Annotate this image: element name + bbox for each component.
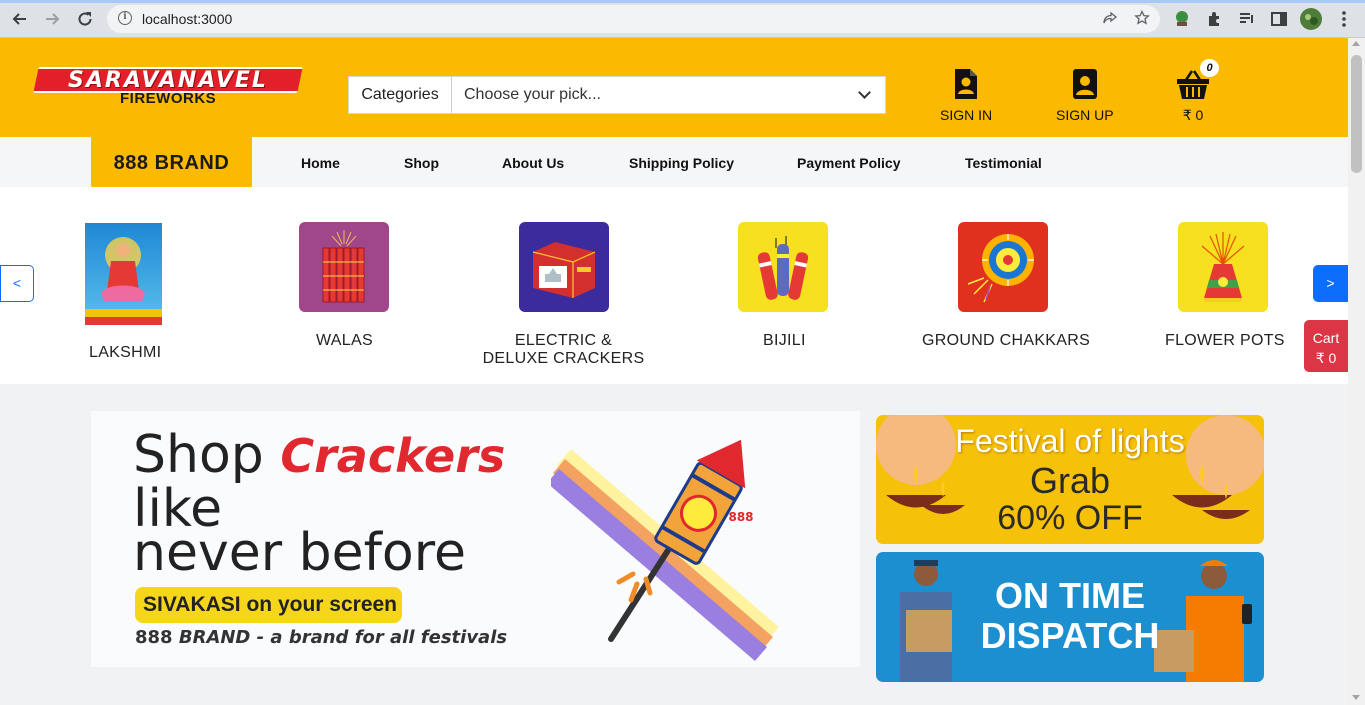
on-time-dispatch-banner[interactable]: ON TIME DISPATCH [876,552,1264,682]
category-lakshmi[interactable]: LAKSHMI [89,344,161,362]
sign-in-button[interactable]: SIGN IN [940,68,992,123]
nav-home[interactable]: Home [301,155,340,171]
floating-cart-total: ₹ 0 [1315,350,1337,366]
site-header: SARAVANAVEL FIREWORKS Categories Choose … [0,38,1348,137]
url-text: localhost:3000 [142,11,233,27]
profile-avatar-icon[interactable] [1300,8,1322,30]
scroll-up-arrow-icon[interactable] [1352,41,1360,46]
electric-deluxe-image[interactable] [519,222,609,312]
hero-crackers-word: Crackers [280,429,506,483]
user-file-icon [955,69,978,99]
address-bar[interactable]: i localhost:3000 [107,5,1160,33]
category-bijili[interactable]: BIJILI [763,332,806,350]
sign-up-button[interactable]: SIGN UP [1056,68,1114,123]
ground-chakkars-image[interactable] [958,222,1048,312]
nav-shipping-policy[interactable]: Shipping Policy [629,155,734,171]
site-info-icon[interactable]: i [118,11,132,25]
flower-pots-image[interactable] [1178,222,1268,312]
browser-toolbar: i localhost:3000 [0,0,1365,38]
floating-cart-label: Cart [1312,330,1340,346]
side-panel-icon[interactable] [1270,10,1288,28]
hero-tagline: 888 BRAND - a brand for all festivals [135,627,507,648]
carousel-next-button[interactable]: > [1313,265,1348,302]
back-icon[interactable] [9,8,31,30]
hero-line-never-before: never before [133,523,466,583]
nav-about-us[interactable]: About Us [502,155,564,171]
rocket-illustration: 888 [551,439,779,661]
category-walas[interactable]: WALAS [316,332,373,350]
festival-offer: 60% OFF [997,499,1143,537]
dispatch-line1: ON TIME [995,575,1145,616]
reading-list-icon[interactable] [1238,10,1256,28]
extension-tree-icon[interactable] [1173,10,1191,28]
carousel-prev-button[interactable]: < [0,265,34,302]
walas-image[interactable] [299,222,389,312]
sign-in-label: SIGN IN [940,107,993,123]
hero-tagline-rest: - a brand for all festivals [256,627,508,648]
menu-kebab-icon[interactable] [1335,10,1353,28]
festival-offer-banner[interactable]: Festival of lights Grab 60% OFF [876,415,1264,544]
festival-grab: Grab [1029,460,1111,501]
forward-icon[interactable] [41,8,63,30]
category-ground-chakkars[interactable]: GROUND CHAKKARS [922,332,1090,350]
hero-tagline-brand2: BRAND [178,627,251,648]
hero-tagline-brand: 888 [135,627,173,648]
lakshmi-image[interactable] [85,223,162,325]
categories-label: Categories [349,77,452,113]
hero-shop-word: Shop [133,425,264,485]
brand-badge[interactable]: 888 BRAND [91,137,252,190]
logo-sub-text: FIREWORKS [120,90,217,107]
hero-banner[interactable]: 888 Shop Crackers like never before SIVA… [91,411,860,667]
chevron-down-icon[interactable] [858,86,871,99]
category-search: Categories Choose your pick... [348,76,886,114]
floating-cart-button[interactable]: Cart ₹ 0 [1304,320,1348,372]
cart-count-badge: 0 [1200,59,1219,77]
nav-shop[interactable]: Shop [404,155,439,171]
tab-strip-edge [0,0,1365,3]
share-icon[interactable] [1102,10,1118,30]
category-carousel [0,187,1348,384]
rocket-badge-text: 888 [728,510,753,524]
reload-icon[interactable] [74,8,96,30]
category-electric-deluxe[interactable]: ELECTRIC & DELUXE CRACKERS [482,332,645,368]
category-flower-pots[interactable]: FLOWER POTS [1165,332,1285,350]
extensions-puzzle-icon[interactable] [1206,10,1224,28]
site-logo[interactable]: SARAVANAVEL FIREWORKS [33,67,303,107]
bijili-image[interactable] [738,222,828,312]
dispatch-line2: DISPATCH [980,615,1160,656]
user-badge-icon [1072,69,1097,99]
cart-button[interactable]: ₹ 0 [1176,68,1210,124]
festival-title: Festival of lights [955,423,1185,459]
cart-total: ₹ 0 [1182,107,1204,123]
scrollbar-thumb[interactable] [1351,55,1362,173]
hero-line-shop: Shop Crackers [133,425,505,486]
sign-up-label: SIGN UP [1056,107,1114,123]
category-select[interactable]: Choose your pick... [464,77,601,113]
bookmark-star-icon[interactable] [1134,9,1150,30]
nav-payment-policy[interactable]: Payment Policy [797,155,901,171]
scroll-down-arrow-icon[interactable] [1352,695,1360,700]
hero-sivakasi-pill: SIVAKASI on your screen [135,587,402,623]
nav-testimonial[interactable]: Testimonial [965,155,1042,171]
